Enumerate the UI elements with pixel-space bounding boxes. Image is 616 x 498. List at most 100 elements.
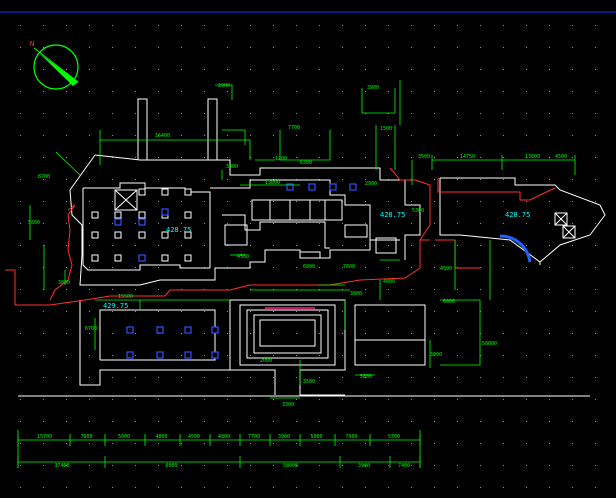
grid-dot <box>204 91 205 92</box>
grid-dot <box>135 443 136 444</box>
grid-dot <box>457 377 458 378</box>
grid-dot <box>572 465 573 466</box>
grid-dot <box>158 91 159 92</box>
grid-dot <box>595 487 596 488</box>
grid-dot <box>296 113 297 114</box>
grid-dot <box>296 487 297 488</box>
grid-dot <box>480 157 481 158</box>
grid-dot <box>572 179 573 180</box>
column-marker-blue <box>126 351 134 359</box>
grid-dot <box>411 113 412 114</box>
grid-dot <box>319 465 320 466</box>
dim-text: 7900 <box>81 434 93 440</box>
grid-dot <box>43 91 44 92</box>
grid-dot <box>503 113 504 114</box>
grid-dot <box>595 333 596 334</box>
column-marker-blue <box>184 351 192 359</box>
grid-dot <box>572 245 573 246</box>
grid-dot <box>296 135 297 136</box>
grid-dot <box>158 377 159 378</box>
grid-dot <box>112 267 113 268</box>
dim-text: 7700 <box>288 125 300 131</box>
grid-dot <box>503 267 504 268</box>
grid-dot <box>480 135 481 136</box>
grid-dot <box>319 157 320 158</box>
grid-dot <box>20 245 21 246</box>
grid-dot <box>250 311 251 312</box>
grid-dot <box>204 135 205 136</box>
grid-dot <box>296 157 297 158</box>
grid-dot <box>411 25 412 26</box>
grid-dot <box>457 355 458 356</box>
grid-dot <box>526 267 527 268</box>
grid-dot <box>204 377 205 378</box>
grid-dot <box>296 333 297 334</box>
grid-dot <box>480 399 481 400</box>
column-marker-blue <box>114 218 122 226</box>
grid-dot <box>365 399 366 400</box>
dim-text: 5000 <box>118 434 130 440</box>
dim-text: 6000 <box>166 463 178 469</box>
grid-dot <box>572 157 573 158</box>
grid-dot <box>43 355 44 356</box>
dim-text: 3900 <box>367 85 379 91</box>
grid-dot <box>572 267 573 268</box>
grid-dot <box>181 443 182 444</box>
grid-dot <box>549 223 550 224</box>
column-marker <box>114 254 122 262</box>
grid-dot <box>503 465 504 466</box>
column-marker-blue <box>308 183 316 191</box>
dim-text: 3800 <box>58 280 70 286</box>
grid-dot <box>181 91 182 92</box>
grid-dot <box>457 223 458 224</box>
grid-dot <box>411 443 412 444</box>
grid-dot <box>388 25 389 26</box>
grid-dot <box>411 201 412 202</box>
grid-dot <box>158 487 159 488</box>
grid-dot <box>434 465 435 466</box>
grid-dot <box>411 311 412 312</box>
grid-dot <box>572 443 573 444</box>
grid-dot <box>526 179 527 180</box>
grid-dot <box>89 179 90 180</box>
grid-dot <box>503 333 504 334</box>
grid-dot <box>43 135 44 136</box>
grid-dot <box>43 311 44 312</box>
grid-dot <box>549 179 550 180</box>
grid-dot <box>250 333 251 334</box>
dim-text: 6700 <box>85 326 97 332</box>
grid-dot <box>457 421 458 422</box>
grid-dot <box>365 201 366 202</box>
grid-dot <box>388 289 389 290</box>
grid-dot <box>43 377 44 378</box>
grid-dot <box>342 465 343 466</box>
grid-dot <box>572 69 573 70</box>
grid-dot <box>181 245 182 246</box>
grid-dot <box>411 421 412 422</box>
dim-text: 6800 <box>303 264 315 270</box>
grid-dot <box>342 311 343 312</box>
grid-dot <box>342 333 343 334</box>
bottom-dim-row-2: 37400 6000 58000 3900 7400 <box>55 463 411 469</box>
grid-dot <box>89 135 90 136</box>
grid-dot <box>434 179 435 180</box>
grid-dot <box>342 443 343 444</box>
grid-dot <box>434 91 435 92</box>
dim-text: 2900 <box>365 181 377 187</box>
grid-dot <box>595 179 596 180</box>
grid-dot <box>457 179 458 180</box>
grid-dot <box>112 25 113 26</box>
grid-dot <box>457 113 458 114</box>
grid-dot <box>181 355 182 356</box>
cad-drawing-canvas[interactable]: N 428.75 428.75 428.75 429.75 2900 16400… <box>0 0 616 498</box>
grid-dot <box>365 25 366 26</box>
grid-dot <box>365 355 366 356</box>
grid-dot <box>365 47 366 48</box>
grid-dot <box>480 113 481 114</box>
grid-dot <box>158 69 159 70</box>
grid-dot <box>273 443 274 444</box>
grid-dot <box>434 421 435 422</box>
grid-dot <box>135 399 136 400</box>
grid-dot <box>319 135 320 136</box>
grid-dot <box>411 399 412 400</box>
